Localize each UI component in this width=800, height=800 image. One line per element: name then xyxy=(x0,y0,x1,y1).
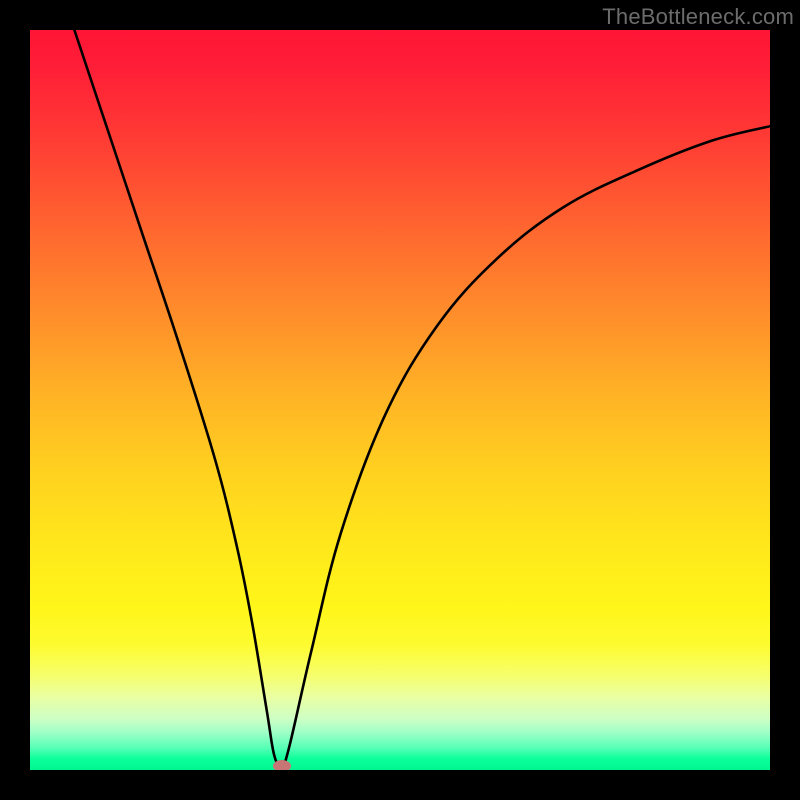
bottleneck-curve xyxy=(74,30,770,767)
curve-layer xyxy=(30,30,770,770)
plot-area xyxy=(30,30,770,770)
watermark-text: TheBottleneck.com xyxy=(602,4,794,30)
chart-frame: TheBottleneck.com xyxy=(0,0,800,800)
optimal-point-marker xyxy=(273,760,291,770)
